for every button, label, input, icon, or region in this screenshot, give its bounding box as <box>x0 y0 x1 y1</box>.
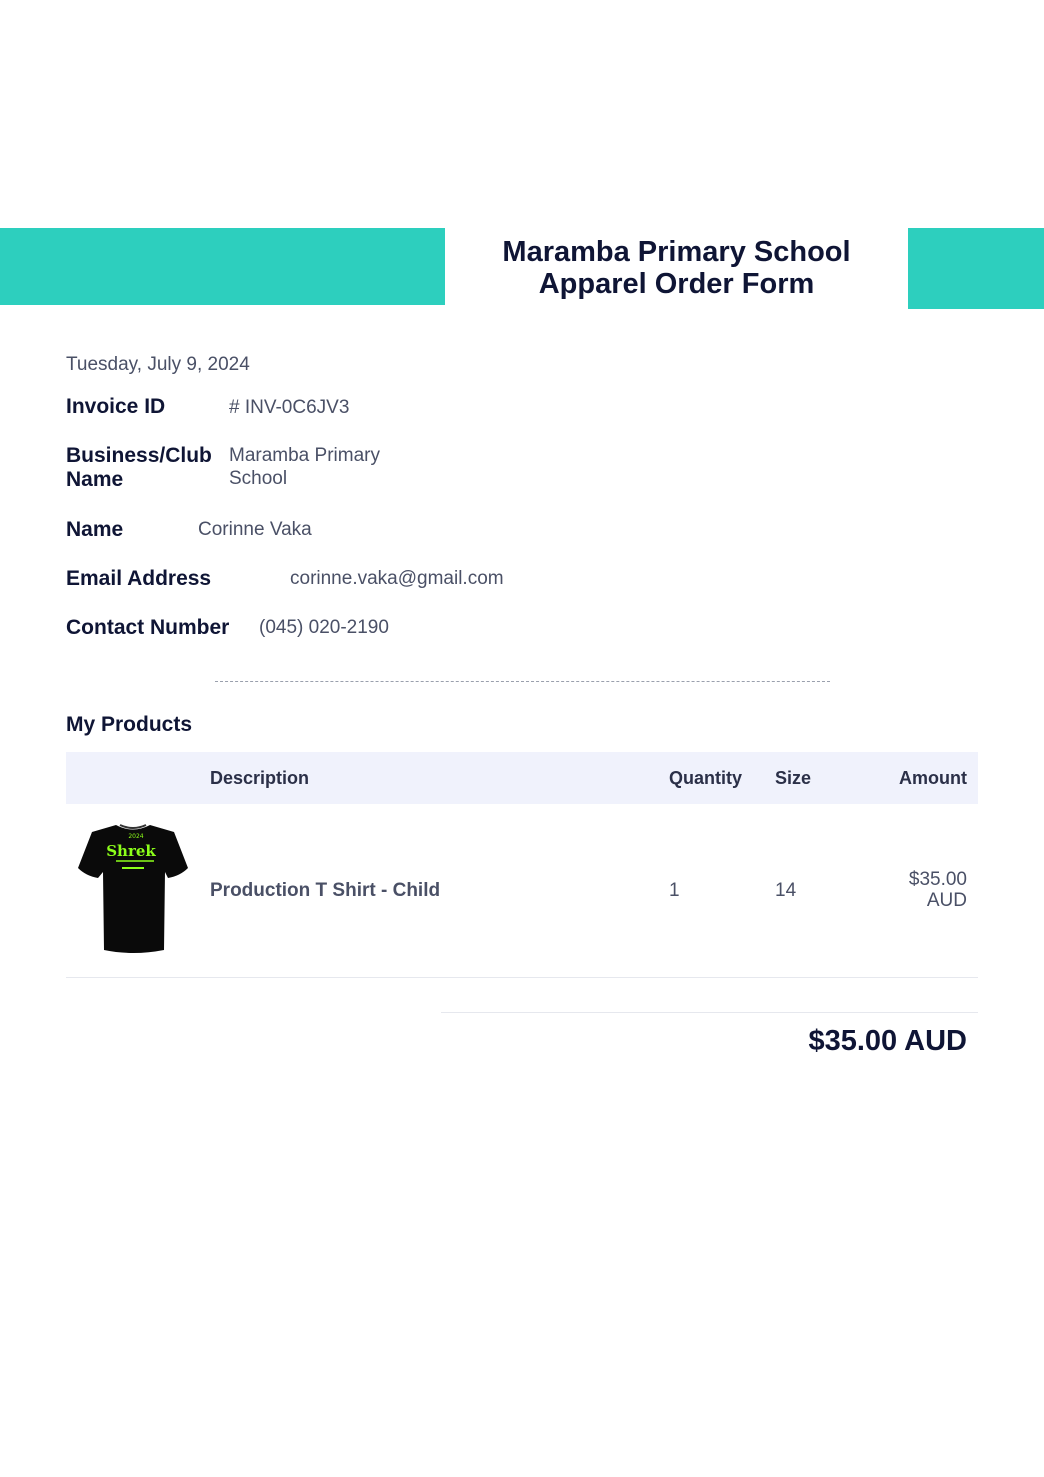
column-amount: Amount <box>899 768 967 788</box>
column-size: Size <box>775 768 812 788</box>
email-value: corinne.vaka@gmail.com <box>290 568 504 589</box>
page-title: Maramba Primary School Apparel Order For… <box>502 236 851 300</box>
header-band-left <box>0 228 445 305</box>
row-divider <box>66 977 978 978</box>
name-label: Name <box>66 518 124 541</box>
header-band-right <box>908 228 1044 309</box>
product-size: 14 <box>775 880 797 901</box>
column-quantity: Quantity <box>669 768 743 788</box>
product-amount: $35.00 AUD <box>908 869 967 911</box>
product-quantity: 1 <box>669 880 680 901</box>
business-name-value: Maramba Primary School <box>229 445 380 489</box>
svg-text:2024: 2024 <box>128 833 143 840</box>
tshirt-icon: 2024 Shrek <box>78 824 188 953</box>
email-label: Email Address <box>66 567 212 590</box>
total-divider <box>441 1012 978 1013</box>
order-total: $35.00 AUD <box>808 1025 967 1057</box>
contact-number-label: Contact Number <box>66 616 230 639</box>
products-title: My Products <box>66 713 193 736</box>
column-description: Description <box>210 768 310 788</box>
name-value: Corinne Vaka <box>198 519 312 540</box>
products-table-header <box>66 752 978 804</box>
invoice-id-label: Invoice ID <box>66 395 166 418</box>
svg-text:Shrek: Shrek <box>106 842 156 860</box>
contact-number-value: (045) 020-2190 <box>259 617 389 638</box>
product-description: Production T Shirt - Child <box>210 880 441 901</box>
section-divider <box>215 681 830 682</box>
order-date: Tuesday, July 9, 2024 <box>66 354 250 375</box>
business-name-label: Business/Club Name <box>66 444 212 491</box>
invoice-id-value: # INV-0C6JV3 <box>229 397 350 418</box>
